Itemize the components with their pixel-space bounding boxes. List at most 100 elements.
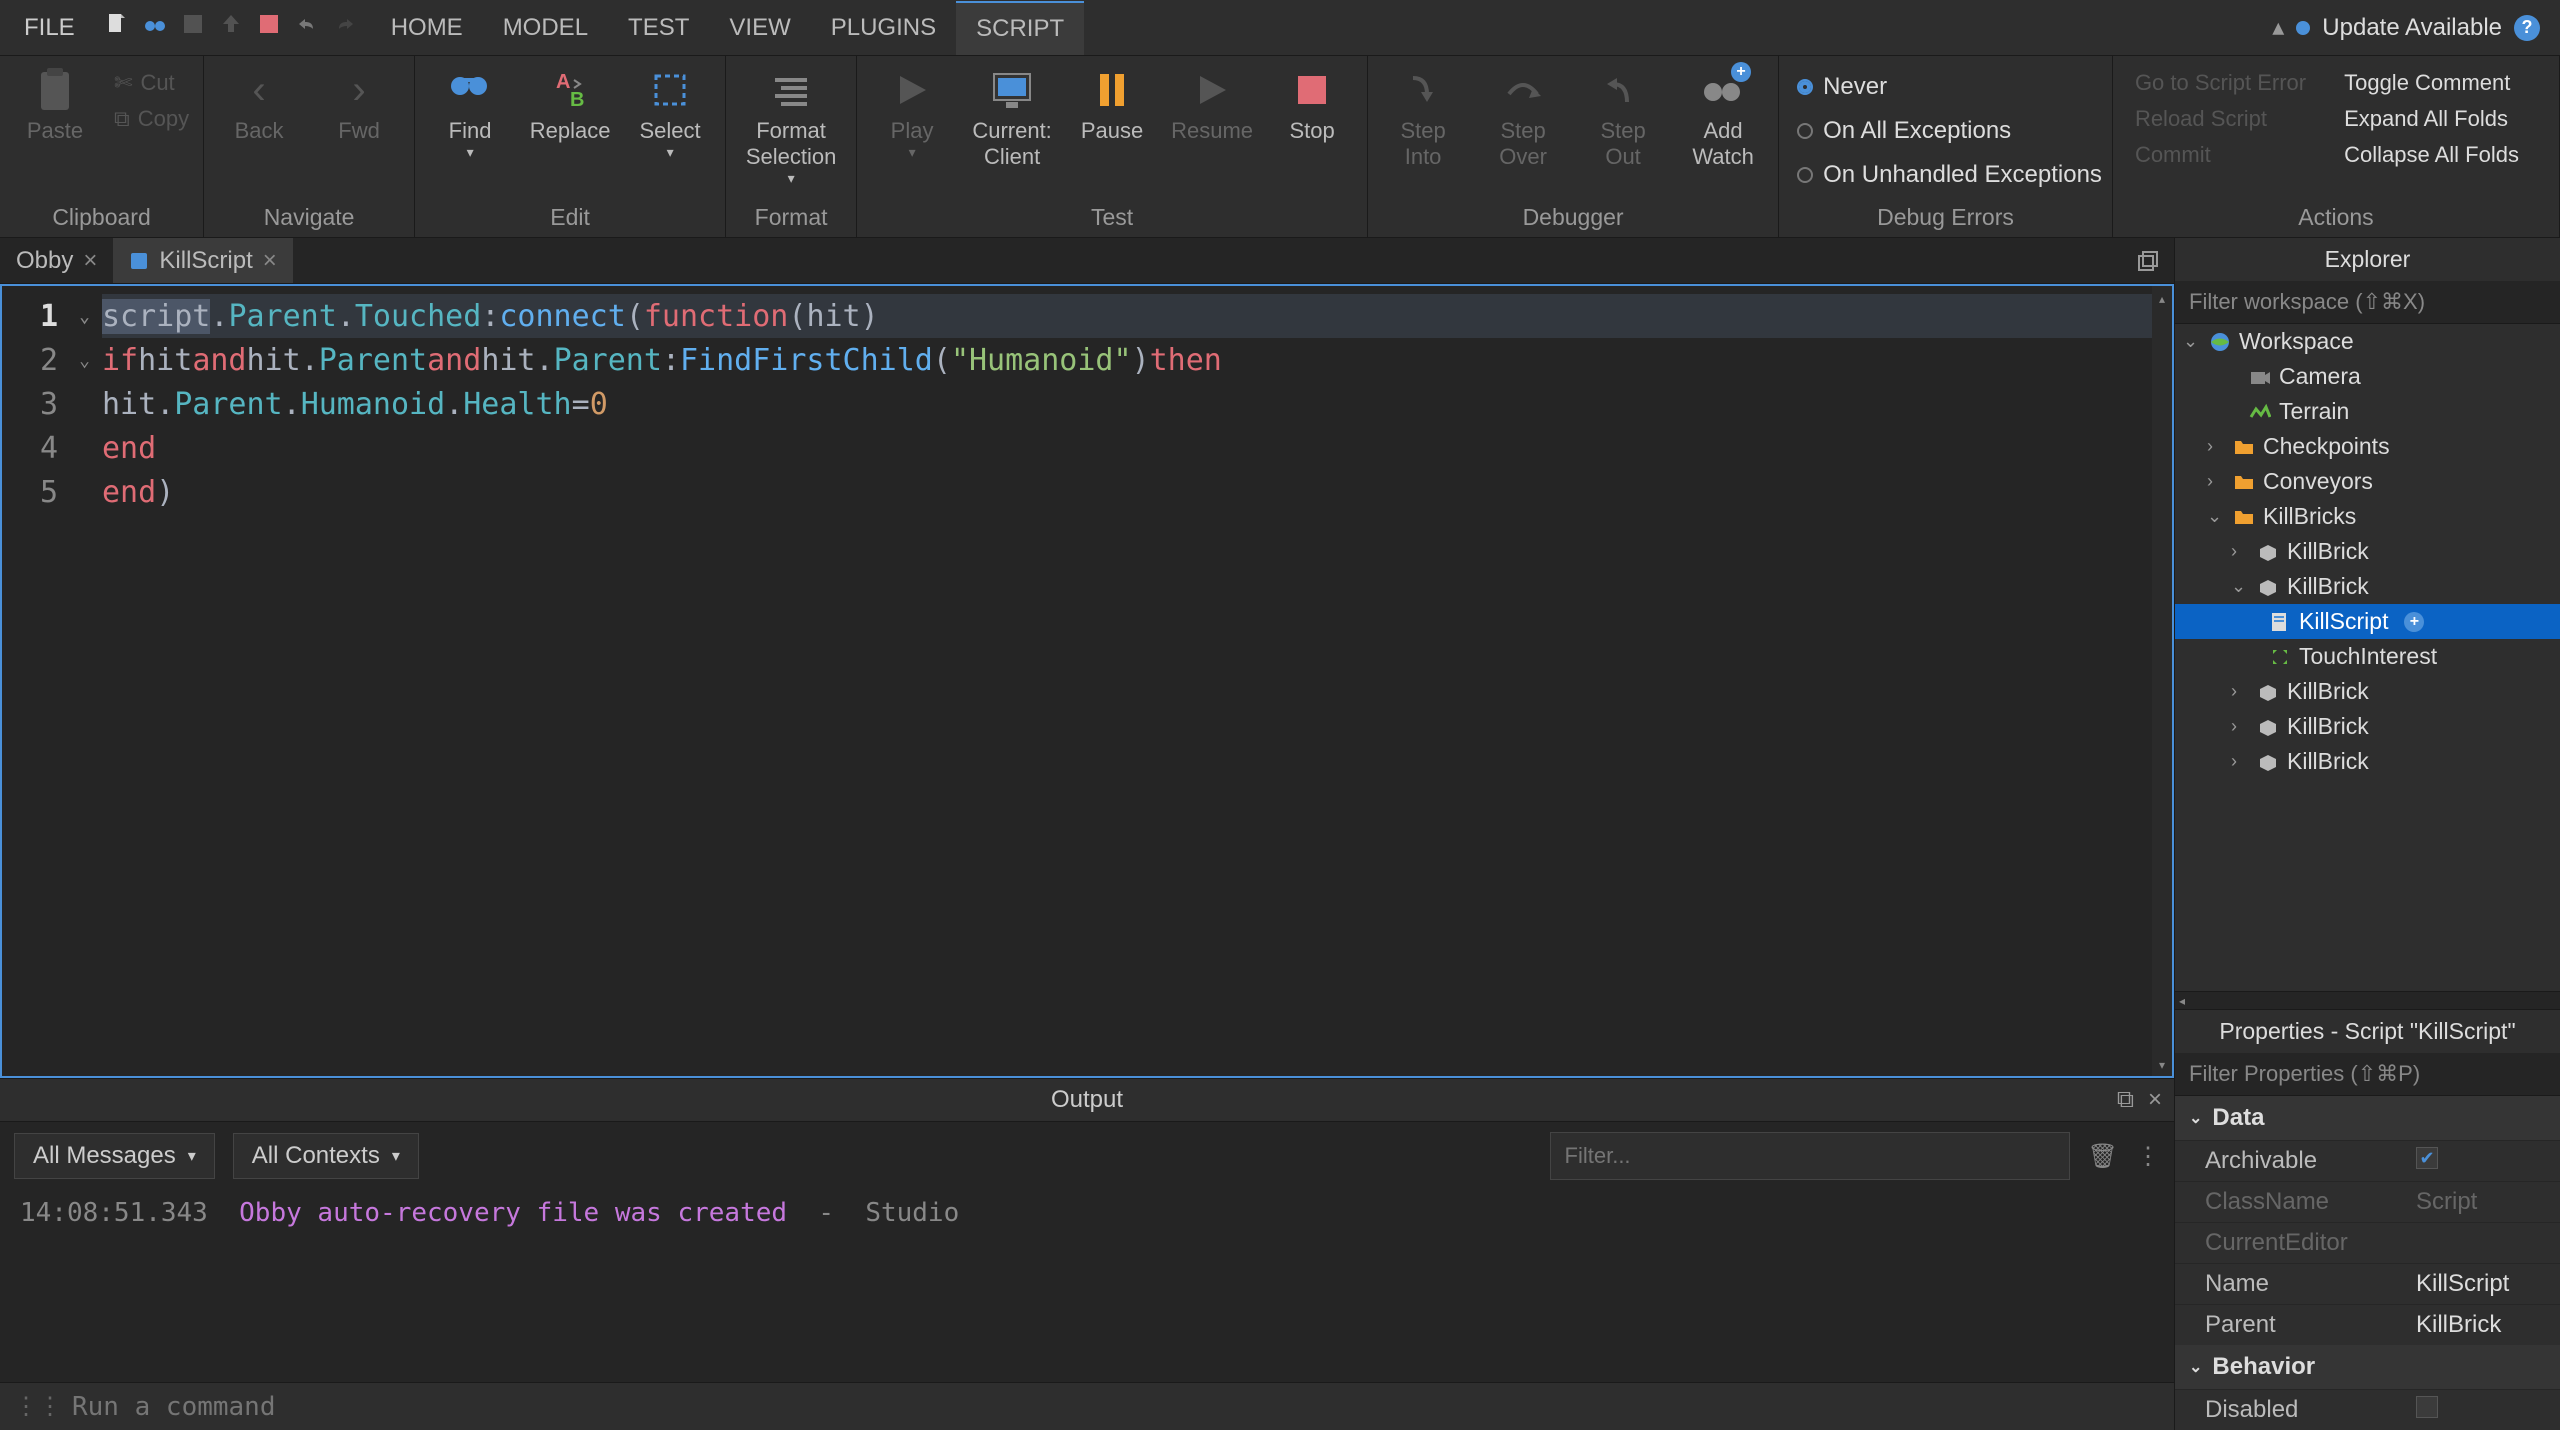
toggle-comment-button[interactable]: Toggle Comment [2340,68,2523,98]
tree-node-touchinterest[interactable]: TouchInterest [2175,639,2560,674]
expand-folds-button[interactable]: Expand All Folds [2340,104,2523,134]
output-title: Output [1051,1086,1123,1114]
close-icon[interactable]: × [83,247,97,275]
horizontal-scrollbar[interactable]: ◂ [2175,991,2560,1009]
add-watch-button[interactable]: +Add Watch [1678,62,1768,170]
scrollbar[interactable]: ▴ ▾ [2152,286,2172,1076]
code-content[interactable]: script.Parent.Touched:connect(function(h… [102,286,2152,1076]
property-row-disabled[interactable]: Disabled [2175,1389,2560,1430]
publish-icon[interactable] [219,12,243,43]
paste-button[interactable]: Paste [10,62,100,144]
close-icon[interactable]: × [2148,1086,2162,1114]
checkbox-checked-icon[interactable]: ✔ [2416,1147,2438,1169]
fold-icon[interactable]: ⌄ [79,306,90,327]
property-row-parent[interactable]: ParentKillBrick [2175,1304,2560,1345]
stop-button[interactable]: Stop [1267,62,1357,144]
tree-node-killbricks[interactable]: ⌄KillBricks [2175,499,2560,534]
group-debug-errors: Never On All Exceptions On Unhandled Exc… [1779,56,2113,237]
tree-node-checkpoints[interactable]: ›Checkpoints [2175,429,2560,464]
update-available-label[interactable]: Update Available [2322,14,2502,42]
step-into-button[interactable]: Step Into [1378,62,1468,170]
group-navigate: ‹Back ›Fwd Navigate [204,56,415,237]
editor-tab-obby[interactable]: Obby × [0,238,113,283]
output-filter-input[interactable] [1550,1132,2070,1180]
more-icon[interactable]: ⋮ [2136,1142,2160,1171]
new-file-icon[interactable] [105,12,129,43]
properties-section-data[interactable]: ⌄Data [2175,1096,2560,1140]
tree-node-killbrick[interactable]: ›KillBrick [2175,534,2560,569]
editor-tab-label: KillScript [159,247,252,275]
tree-node-killbrick[interactable]: ›KillBrick [2175,744,2560,779]
script-icon [129,251,149,271]
commit-button[interactable]: Commit [2131,140,2310,170]
tab-view[interactable]: VIEW [709,2,810,54]
properties-filter[interactable]: Filter Properties (⇧⌘P) [2175,1053,2560,1096]
forward-button[interactable]: ›Fwd [314,62,404,144]
property-row-name[interactable]: NameKillScript [2175,1263,2560,1304]
editor-tab-label: Obby [16,247,73,275]
tree-node-conveyors[interactable]: ›Conveyors [2175,464,2560,499]
step-out-button[interactable]: Step Out [1578,62,1668,170]
radio-unhandled-exceptions[interactable]: On Unhandled Exceptions [1797,156,2102,194]
output-panel-header: Output ⧉ × [0,1078,2174,1122]
tab-plugins[interactable]: PLUGINS [811,2,956,54]
collapse-ribbon-icon[interactable]: ▴ [2272,13,2284,42]
select-button[interactable]: Select▾ [625,62,715,161]
tree-node-killbrick[interactable]: ›KillBrick [2175,674,2560,709]
contexts-filter-dropdown[interactable]: All Contexts▾ [233,1133,419,1179]
tree-node-killbrick[interactable]: ›KillBrick [2175,709,2560,744]
property-row-archivable[interactable]: Archivable✔ [2175,1140,2560,1181]
redo-icon[interactable] [333,12,357,43]
cut-button[interactable]: ✄Cut [110,68,193,98]
add-icon[interactable]: + [2404,612,2424,632]
play-button[interactable]: Play▾ [867,62,957,161]
tab-model[interactable]: MODEL [483,2,608,54]
popout-icon[interactable] [2122,249,2174,273]
messages-filter-dropdown[interactable]: All Messages▾ [14,1133,215,1179]
stop-qat-icon[interactable] [257,12,281,43]
tab-script[interactable]: SCRIPT [956,1,1084,55]
tree-node-camera[interactable]: Camera [2175,359,2560,394]
tree-node-workspace[interactable]: ⌄Workspace [2175,324,2560,359]
close-icon[interactable]: × [263,247,277,275]
help-icon[interactable]: ? [2514,15,2540,41]
trash-icon[interactable]: 🗑 [2088,1142,2118,1171]
folder-icon [2233,506,2255,528]
checkbox-unchecked-icon[interactable] [2416,1396,2438,1418]
undo-icon[interactable] [295,12,319,43]
radio-circle-icon [1797,123,1813,139]
drag-handle-icon[interactable]: ⋮⋮ [14,1392,62,1421]
reload-script-button[interactable]: Reload Script [2131,104,2310,134]
editor-tab-killscript[interactable]: KillScript × [113,238,292,283]
popout-icon[interactable]: ⧉ [2117,1086,2134,1114]
explorer-filter[interactable]: Filter workspace (⇧⌘X) [2175,281,2560,324]
save-icon[interactable] [181,12,205,43]
file-menu[interactable]: FILE [8,14,91,42]
format-selection-button[interactable]: Format Selection▾ [736,62,846,187]
tab-home[interactable]: HOME [371,2,483,54]
properties-section-behavior[interactable]: ⌄Behavior [2175,1345,2560,1389]
collapse-folds-button[interactable]: Collapse All Folds [2340,140,2523,170]
go-to-script-error-button[interactable]: Go to Script Error [2131,68,2310,98]
group-clipboard: Paste ✄Cut ⧉Copy Clipboard [0,56,204,237]
radio-all-exceptions[interactable]: On All Exceptions [1797,112,2102,150]
step-over-button[interactable]: Step Over [1478,62,1568,170]
pause-button[interactable]: Pause [1067,62,1157,144]
tree-node-killscript[interactable]: KillScript+ [2175,604,2560,639]
fold-icon[interactable]: ⌄ [79,350,90,371]
current-client-button[interactable]: Current: Client [967,62,1057,170]
find-button[interactable]: Find▾ [425,62,515,161]
code-editor[interactable]: 1⌄ 2⌄ 3 4 5 script.Parent.Touched:connec… [0,284,2174,1078]
tree-node-killbrick[interactable]: ⌄KillBrick [2175,569,2560,604]
binoculars-icon[interactable] [143,12,167,43]
replace-button[interactable]: AB Replace [525,62,615,144]
tree-node-terrain[interactable]: Terrain [2175,394,2560,429]
back-button[interactable]: ‹Back [214,62,304,144]
log-message: Obby auto-recovery file was created [239,1198,787,1228]
resume-button[interactable]: Resume [1167,62,1257,144]
tab-test[interactable]: TEST [608,2,709,54]
command-input[interactable] [72,1392,2160,1422]
radio-never[interactable]: Never [1797,68,2102,106]
copy-button[interactable]: ⧉Copy [110,104,193,134]
group-test: Play▾ Current: Client Pause Resume Stop … [857,56,1368,237]
